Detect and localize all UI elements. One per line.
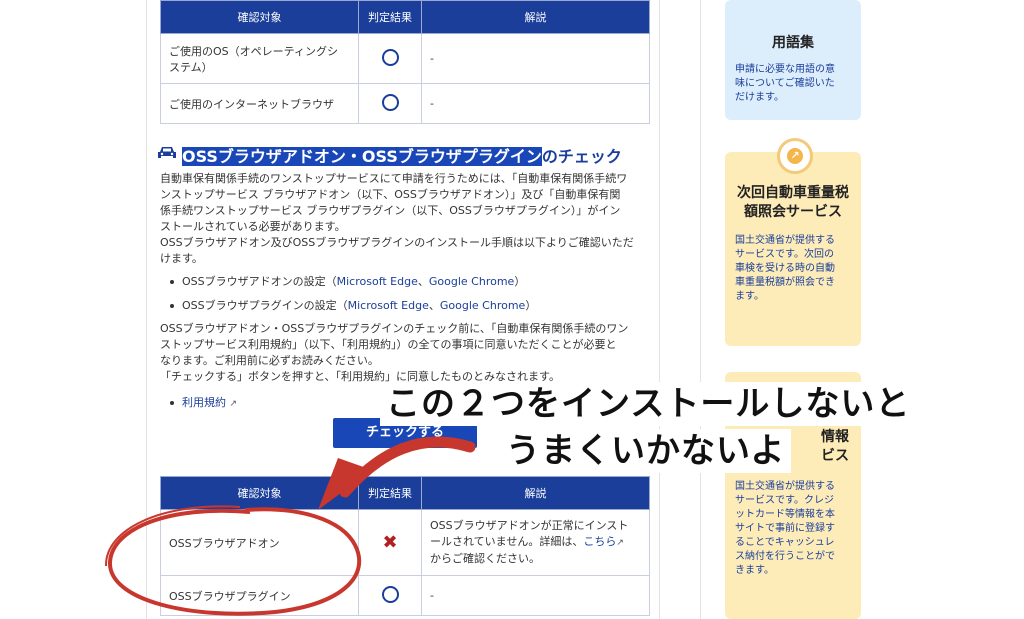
annotation-circle [107, 507, 362, 616]
annotation-arrow-shaft [339, 436, 476, 498]
annotation-overlay [104, 436, 476, 616]
callout-line-1: この２つをインストールしないと [380, 382, 917, 426]
callout-line-2: うまくいかないよ [500, 429, 792, 473]
